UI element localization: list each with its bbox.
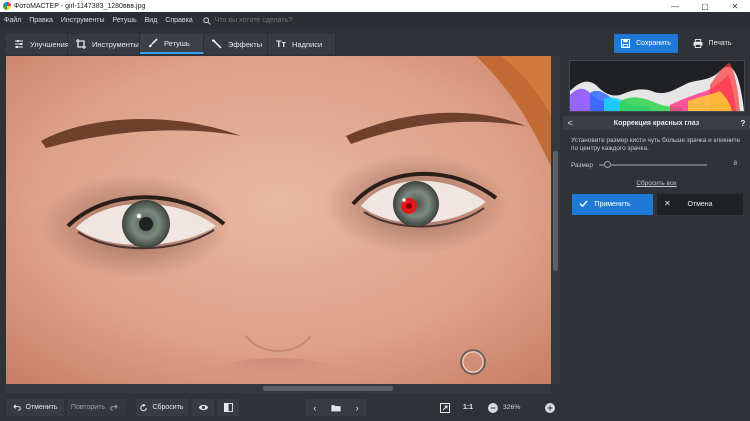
fit-screen-button[interactable] xyxy=(436,399,454,416)
close-icon: ✕ xyxy=(664,199,671,208)
fit-screen-icon xyxy=(440,402,450,413)
cancel-label: Отмена xyxy=(687,201,713,208)
brush-icon xyxy=(148,38,158,48)
floppy-icon xyxy=(621,39,631,48)
search-box[interactable] xyxy=(203,16,325,25)
compare-icon xyxy=(223,403,233,412)
menu-file[interactable]: Файл xyxy=(4,17,21,24)
undo-label: Отменить xyxy=(25,404,58,411)
prev-arrow-icon[interactable]: ‹ xyxy=(313,403,316,413)
horizontal-scrollbar[interactable] xyxy=(6,384,551,393)
menu-tools[interactable]: Инструменты xyxy=(61,17,105,24)
next-arrow-icon[interactable]: › xyxy=(356,403,359,413)
preview-toggle-button[interactable] xyxy=(192,399,214,416)
folder-icon[interactable] xyxy=(331,404,341,412)
save-button[interactable]: Сохранить xyxy=(614,34,678,53)
tab-label: Инструменты xyxy=(92,39,139,49)
menu-help[interactable]: Справка xyxy=(165,17,192,24)
apply-label: Применить xyxy=(594,201,631,208)
redo-button[interactable]: Повторить xyxy=(67,399,126,416)
tab-label: Эффекты xyxy=(228,39,263,49)
tab-effects[interactable]: Эффекты xyxy=(204,34,268,54)
redo-icon xyxy=(110,404,118,411)
panel-header: < Коррекция красных глаз ? xyxy=(563,116,750,130)
text-icon: Tт xyxy=(276,39,286,49)
magic-wand-icon xyxy=(212,39,222,49)
redo-label: Повторить xyxy=(70,404,106,411)
reset-all-link[interactable]: Сбросить все xyxy=(563,180,750,187)
brush-size-value: 8 xyxy=(733,160,737,167)
tab-label: Ретушь xyxy=(164,38,190,48)
app-window: ФотоМАСТЕР - girl-1147383_1280ввв.jpg — … xyxy=(0,0,750,421)
reset-icon xyxy=(140,403,148,411)
back-arrow-icon[interactable]: < xyxy=(563,118,577,128)
panel-title: Коррекция красных глаз xyxy=(613,119,700,127)
tab-retouch[interactable]: Ретушь xyxy=(140,34,204,54)
tab-enhancements[interactable]: Улучшения xyxy=(6,34,69,54)
horizontal-scroll-thumb[interactable] xyxy=(263,386,393,391)
search-input[interactable] xyxy=(214,17,325,24)
window-title: ФотоМАСТЕР - girl-1147383_1280ввв.jpg xyxy=(14,2,146,10)
zoom-level: 326% xyxy=(503,404,521,411)
menu-retouch[interactable]: Ретушь xyxy=(113,17,137,24)
undo-button[interactable]: Отменить xyxy=(6,399,64,416)
cancel-button[interactable]: ✕ Отмена xyxy=(657,194,743,215)
help-icon[interactable]: ? xyxy=(736,119,750,128)
window-controls: — ▢ ✕ xyxy=(660,0,750,12)
compare-button[interactable] xyxy=(217,399,239,416)
menu-bar: Файл Правка Инструменты Ретушь Вид Справ… xyxy=(0,12,750,29)
search-icon xyxy=(203,16,211,25)
crop-icon xyxy=(76,39,86,49)
histogram xyxy=(569,60,745,112)
zoom-in-icon[interactable]: + xyxy=(545,403,555,413)
apply-button[interactable]: Применить xyxy=(572,194,653,215)
right-panel: < Коррекция красных глаз ? Установите ра… xyxy=(563,56,750,394)
image-navigation: ‹ › xyxy=(306,399,366,416)
menu-view[interactable]: Вид xyxy=(145,17,158,24)
photo-canvas[interactable] xyxy=(6,56,551,384)
tab-label: Улучшения xyxy=(30,39,69,49)
tab-tools[interactable]: Инструменты xyxy=(68,34,140,54)
brush-size-slider[interactable] xyxy=(599,161,707,168)
vertical-scroll-thumb[interactable] xyxy=(553,151,558,271)
vertical-scrollbar[interactable] xyxy=(551,56,560,384)
reset-label: Сбросить xyxy=(152,404,184,411)
brush-size-label: Размер xyxy=(571,161,593,169)
title-bar: ФотоМАСТЕР - girl-1147383_1280ввв.jpg — … xyxy=(0,0,750,12)
print-label: Печать xyxy=(708,40,732,47)
undo-icon xyxy=(12,404,21,411)
reset-button[interactable]: Сбросить xyxy=(136,399,188,416)
menu-edit[interactable]: Правка xyxy=(29,17,53,24)
maximize-button[interactable]: ▢ xyxy=(690,0,720,12)
brush-size-knob[interactable] xyxy=(604,161,612,168)
actual-size-button[interactable]: 1:1 xyxy=(458,399,478,416)
close-button[interactable]: ✕ xyxy=(720,0,750,12)
print-button[interactable]: Печать xyxy=(682,34,742,53)
brush-size-row: Размер 8 xyxy=(571,160,743,170)
sliders-icon xyxy=(14,39,24,49)
portrait-photo xyxy=(6,56,551,384)
save-label: Сохранить xyxy=(636,40,671,47)
eye-icon xyxy=(198,404,208,411)
minimize-button[interactable]: — xyxy=(660,0,690,12)
printer-icon xyxy=(693,39,703,48)
check-icon xyxy=(579,200,588,208)
tab-captions[interactable]: Tт Надписи xyxy=(268,34,336,54)
tab-label: Надписи xyxy=(292,39,323,49)
zoom-out-icon[interactable]: − xyxy=(488,403,498,413)
app-logo-icon xyxy=(3,2,11,10)
panel-hint: Установите размер кисти чуть больше зрач… xyxy=(571,137,741,152)
bottom-toolbar: Отменить Повторить Сбросить ‹ › 1:1 − 32… xyxy=(0,394,750,421)
